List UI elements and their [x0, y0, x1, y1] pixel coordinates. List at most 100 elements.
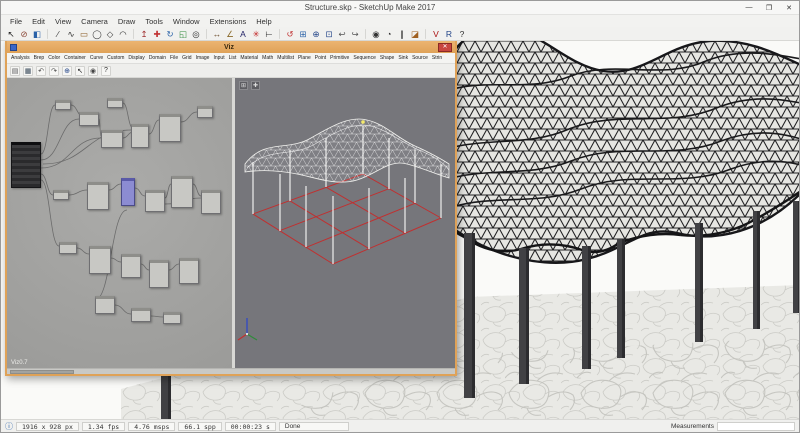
- graph-node[interactable]: [59, 242, 77, 254]
- look-around-icon[interactable]: ◔: [383, 28, 395, 40]
- axes-tool-icon[interactable]: ✳: [250, 28, 262, 40]
- open-file-icon[interactable]: ▤: [10, 65, 20, 76]
- paint-bucket-icon[interactable]: ◧: [31, 28, 43, 40]
- save-icon[interactable]: ▦: [23, 65, 33, 76]
- viz-menu-item[interactable]: Shape: [379, 55, 395, 61]
- info-icon[interactable]: ⓘ: [5, 421, 13, 432]
- rectangle-tool-icon[interactable]: ▭: [78, 28, 90, 40]
- toolbar-icon[interactable]: [47, 28, 48, 39]
- toolbar-icon[interactable]: [279, 28, 280, 39]
- viz-menu-item[interactable]: Image: [195, 55, 211, 61]
- toolbar-icon[interactable]: [425, 28, 426, 39]
- viz-menu-item[interactable]: Sink: [397, 55, 409, 61]
- graph-node[interactable]: [179, 258, 199, 284]
- menu-item[interactable]: File: [5, 17, 27, 26]
- graph-node[interactable]: [131, 124, 149, 148]
- menu-item[interactable]: View: [50, 17, 76, 26]
- undo-icon[interactable]: ↶: [36, 65, 46, 76]
- viz-menu-item[interactable]: Input: [212, 55, 225, 61]
- graph-node[interactable]: [159, 114, 181, 142]
- menu-item[interactable]: Edit: [27, 17, 50, 26]
- menu-item[interactable]: Tools: [140, 17, 168, 26]
- minimize-button[interactable]: —: [739, 1, 759, 14]
- circle-tool-icon[interactable]: ◯: [91, 28, 103, 40]
- viz-menu-item[interactable]: Strin: [431, 55, 443, 61]
- viz-menu-item[interactable]: Container: [63, 55, 87, 61]
- polygon-tool-icon[interactable]: ◇: [104, 28, 116, 40]
- orbit-tool-icon[interactable]: ↺: [284, 28, 296, 40]
- viz-preview-viewport[interactable]: ⊞ ✚: [235, 78, 455, 368]
- eraser-tool-icon[interactable]: ⊘: [18, 28, 30, 40]
- select-tool-icon[interactable]: ↖: [5, 28, 17, 40]
- walk-tool-icon[interactable]: ∥: [396, 28, 408, 40]
- graph-node[interactable]: [79, 112, 99, 126]
- graph-node[interactable]: [131, 308, 151, 322]
- menu-item[interactable]: Help: [251, 17, 276, 26]
- graph-node[interactable]: [197, 106, 213, 118]
- viz-menu-item[interactable]: Display: [127, 55, 145, 61]
- viz-menu-item[interactable]: Point: [314, 55, 327, 61]
- dimension-tool-icon[interactable]: ⊢: [263, 28, 275, 40]
- move-tool-icon[interactable]: ✚: [151, 28, 163, 40]
- maximize-button[interactable]: ❐: [759, 1, 779, 14]
- pan-tool-icon[interactable]: ⊞: [297, 28, 309, 40]
- position-camera-icon[interactable]: ◉: [370, 28, 382, 40]
- viz-menu-item[interactable]: Domain: [148, 55, 167, 61]
- rotate-tool-icon[interactable]: ↻: [164, 28, 176, 40]
- toolbar-icon[interactable]: [206, 28, 207, 39]
- close-button[interactable]: ✕: [779, 1, 799, 14]
- viz-menu-item[interactable]: File: [169, 55, 179, 61]
- pushpull-tool-icon[interactable]: ↥: [138, 28, 150, 40]
- graph-node[interactable]: [55, 100, 71, 110]
- protractor-icon[interactable]: ∠: [224, 28, 236, 40]
- graph-node[interactable]: [145, 190, 165, 212]
- viz-menu-item[interactable]: Math: [261, 55, 274, 61]
- viz-menu-item[interactable]: Color: [47, 55, 61, 61]
- graph-node[interactable]: [53, 190, 69, 200]
- redo-icon[interactable]: ↷: [49, 65, 59, 76]
- text-tool-icon[interactable]: A: [237, 28, 249, 40]
- pointer-icon[interactable]: ↖: [75, 65, 85, 76]
- graph-node[interactable]: [171, 176, 193, 208]
- offset-tool-icon[interactable]: ◎: [190, 28, 202, 40]
- viz-menu-item[interactable]: Plane: [297, 55, 312, 61]
- section-plane-icon[interactable]: ◪: [409, 28, 421, 40]
- menu-item[interactable]: Window: [168, 17, 205, 26]
- graph-node[interactable]: [101, 130, 123, 148]
- model-viewport[interactable]: Two Point: [1, 41, 799, 419]
- preview-toggle-icon[interactable]: ◉: [88, 65, 98, 76]
- viz-menu-item[interactable]: Material: [239, 55, 259, 61]
- viz-scrollbar-thumb[interactable]: [10, 370, 74, 374]
- graph-node[interactable]: [121, 178, 135, 206]
- scale-tool-icon[interactable]: ◱: [177, 28, 189, 40]
- freehand-tool-icon[interactable]: ∿: [65, 28, 77, 40]
- arc-tool-icon[interactable]: ◠: [117, 28, 129, 40]
- graph-node[interactable]: [87, 182, 109, 210]
- graph-node[interactable]: [11, 142, 41, 188]
- graph-node[interactable]: [95, 296, 115, 314]
- zoom-extents-icon[interactable]: ⊡: [323, 28, 335, 40]
- viz-help-icon[interactable]: ?: [101, 65, 111, 76]
- toolbar-icon[interactable]: [365, 28, 366, 39]
- next-view-icon[interactable]: ↪: [349, 28, 361, 40]
- zoom-graph-icon[interactable]: ⊕: [62, 65, 72, 76]
- tape-measure-icon[interactable]: ↔: [211, 28, 223, 40]
- extension-r-icon[interactable]: R: [443, 28, 455, 40]
- graph-node[interactable]: [163, 312, 181, 324]
- viz-menu-item[interactable]: Curve: [89, 55, 104, 61]
- viz-scrollbar[interactable]: [7, 368, 455, 374]
- viz-title-bar[interactable]: Viz ✕: [7, 41, 455, 53]
- graph-node[interactable]: [201, 190, 221, 214]
- line-tool-icon[interactable]: ∕: [52, 28, 64, 40]
- viz-menu-item[interactable]: Source: [411, 55, 429, 61]
- viz-menu-item[interactable]: Brep: [33, 55, 46, 61]
- menu-item[interactable]: Camera: [76, 17, 113, 26]
- viz-menu-item[interactable]: List: [228, 55, 238, 61]
- menu-item[interactable]: Extensions: [205, 17, 252, 26]
- menu-item[interactable]: Draw: [113, 17, 141, 26]
- viz-menu-item[interactable]: Sequence: [352, 55, 377, 61]
- viz-menu-item[interactable]: Primitive: [329, 55, 350, 61]
- viz-close-button[interactable]: ✕: [438, 42, 452, 52]
- pan-view-icon[interactable]: ✚: [251, 81, 260, 90]
- viz-menu-item[interactable]: Grid: [181, 55, 192, 61]
